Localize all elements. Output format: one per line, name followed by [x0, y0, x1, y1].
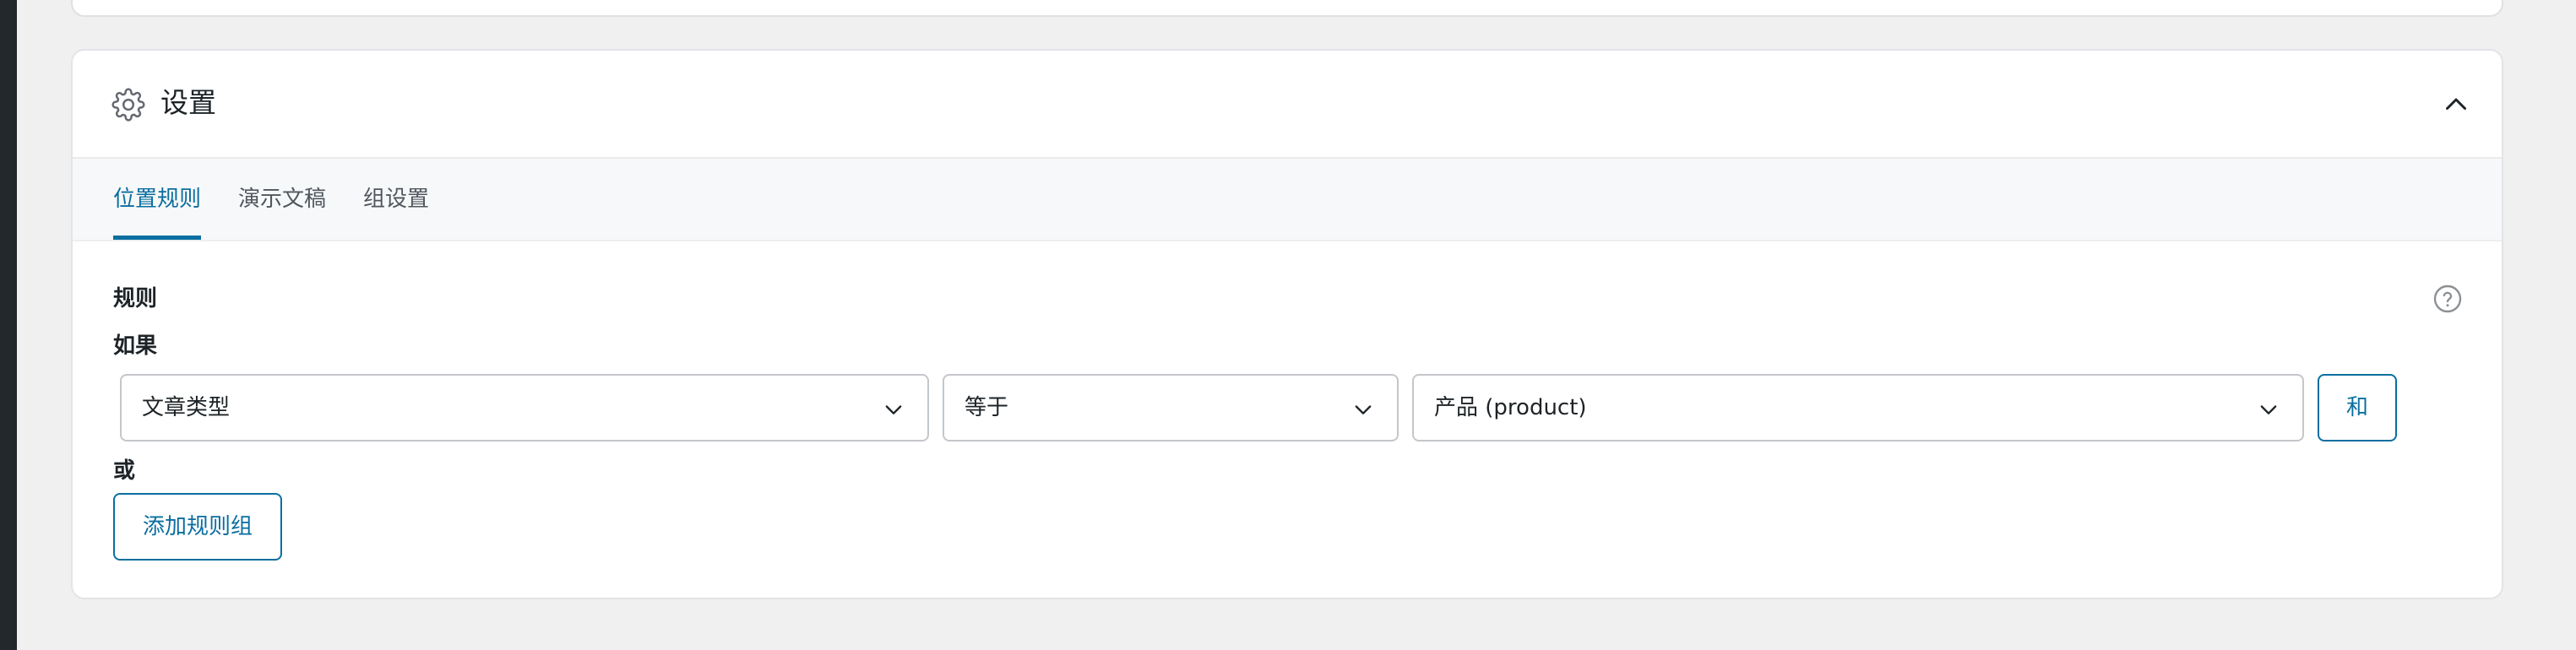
- add-rule-group-button[interactable]: 添加规则组: [113, 493, 282, 561]
- chevron-up-icon[interactable]: [2441, 89, 2471, 120]
- admin-sidebar-edge: [0, 0, 17, 650]
- add-and-rule-button[interactable]: 和: [2318, 374, 2397, 441]
- or-label: 或: [113, 458, 136, 484]
- chevron-down-icon: [1355, 405, 1372, 414]
- rule-param-value: 文章类型: [142, 395, 231, 420]
- tab-location-rules[interactable]: 位置规则: [113, 159, 202, 240]
- settings-card-title: 设置: [160, 86, 216, 119]
- rule-value-select[interactable]: 产品 (product): [1412, 374, 2304, 441]
- tab-group-settings[interactable]: 组设置: [363, 159, 429, 240]
- help-icon[interactable]: [2432, 284, 2463, 314]
- chevron-down-icon: [2260, 405, 2277, 414]
- rule-operator-select[interactable]: 等于: [943, 374, 1399, 441]
- chevron-down-icon: [885, 405, 902, 414]
- tab-presentation[interactable]: 演示文稿: [238, 159, 326, 240]
- rule-operator-value: 等于: [965, 395, 1009, 420]
- rule-value-value: 产品 (product): [1434, 395, 1587, 420]
- previous-card: [71, 0, 2503, 17]
- rule-param-select[interactable]: 文章类型: [120, 374, 929, 441]
- rules-section-label: 规则: [113, 286, 158, 311]
- settings-card-header[interactable]: 设置: [73, 51, 2502, 159]
- settings-tabs: 位置规则 演示文稿 组设置: [73, 159, 2502, 241]
- if-label: 如果: [113, 333, 158, 359]
- settings-card: 设置 位置规则 演示文稿 组设置 规则 如果 文章类型 等于 产品 (produ…: [71, 49, 2503, 599]
- gear-icon: [111, 88, 145, 122]
